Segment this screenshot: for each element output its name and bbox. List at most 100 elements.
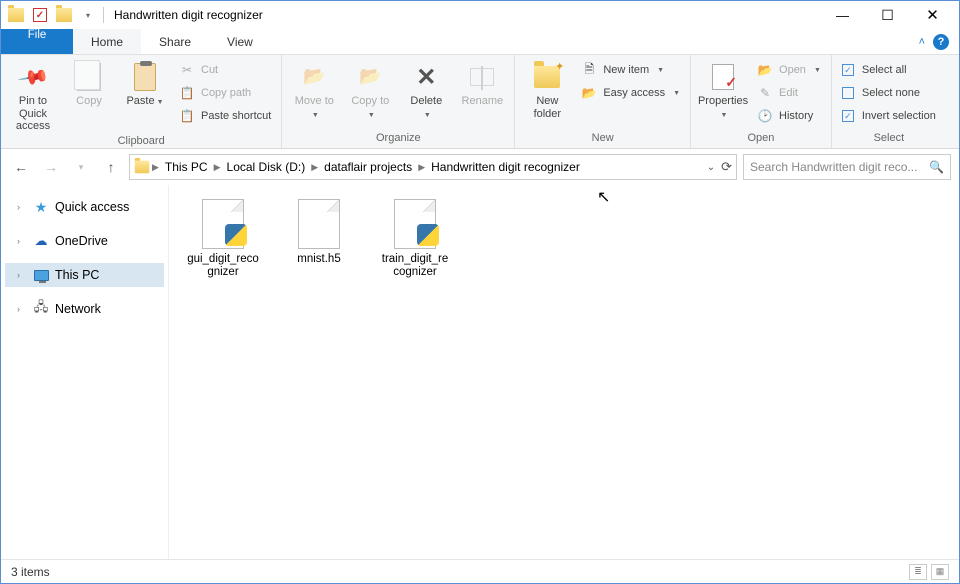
qat-customize-dropdown[interactable]: ▾ [77,4,99,26]
ribbon-group-new: New folder 🗎New item▼ 📂Easy access▼ New [515,55,691,148]
paste-button[interactable]: Paste▼ [119,59,171,108]
ribbon-collapse-button[interactable]: ˄ [919,36,925,48]
quick-access-icon: ★ [33,199,49,215]
move-to-icon [301,64,327,90]
cut-icon: ✂ [179,62,195,78]
properties-icon [712,64,734,90]
address-dropdown-icon[interactable]: ⌄ [707,162,715,173]
details-view-button[interactable]: ≣ [909,564,927,580]
crumb-folder1[interactable]: dataflair projects [320,160,416,174]
status-bar: 3 items ≣ ▦ [1,559,959,583]
minimize-button[interactable]: — [820,1,865,29]
back-button[interactable]: ← [9,155,33,179]
ribbon: 📌 Pin to Quick access Copy Paste▼ ✂Cut 📋… [1,55,959,149]
qat-separator [103,7,104,23]
ribbon-tabs: File Home Share View ˄ ? [1,29,959,55]
qat-new-folder-icon[interactable] [53,4,75,26]
rename-icon [470,68,494,86]
file-icon [298,199,340,249]
qat-properties-icon[interactable]: ✓ [29,4,51,26]
open-icon: 📂 [757,62,773,78]
history-button[interactable]: 🕑History [753,105,825,127]
forward-button[interactable]: → [39,155,63,179]
select-none-button[interactable]: Select none [838,82,940,104]
recent-locations-dropdown[interactable]: ▾ [69,155,93,179]
edit-icon: ✎ [757,85,773,101]
open-group-label: Open [697,130,825,148]
tab-home[interactable]: Home [73,29,141,54]
address-folder-icon [135,161,149,174]
copy-button[interactable]: Copy [63,59,115,108]
crumb-sep-icon[interactable]: ▶ [311,162,318,173]
content-body: › ★ Quick access › ☁ OneDrive › This PC … [1,185,959,559]
icons-view-button[interactable]: ▦ [931,564,949,580]
pin-to-quick-access-button[interactable]: 📌 Pin to Quick access [7,59,59,133]
crumb-sep-icon[interactable]: ▶ [418,162,425,173]
status-item-count: 3 items [11,565,50,579]
crumb-sep-icon[interactable]: ▶ [214,162,221,173]
ribbon-group-clipboard: 📌 Pin to Quick access Copy Paste▼ ✂Cut 📋… [1,55,282,148]
close-button[interactable]: ✕ [910,1,955,29]
tab-share[interactable]: Share [141,29,209,54]
rename-button[interactable]: Rename [456,59,508,108]
tree-onedrive[interactable]: › ☁ OneDrive [5,229,164,253]
expand-icon[interactable]: › [17,270,27,280]
crumb-sep-icon[interactable]: ▶ [152,162,159,173]
expand-icon[interactable]: › [17,202,27,212]
tab-file[interactable]: File [1,29,73,54]
expand-icon[interactable]: › [17,304,27,314]
network-icon: 🖧 [33,301,49,317]
invert-selection-button[interactable]: ✓Invert selection [838,105,940,127]
new-group-label: New [521,130,684,148]
paste-shortcut-icon: 📋 [179,108,195,124]
navigation-tree: › ★ Quick access › ☁ OneDrive › This PC … [1,185,169,559]
select-none-icon [842,87,854,99]
open-button[interactable]: 📂Open▼ [753,59,825,81]
tree-this-pc[interactable]: › This PC [5,263,164,287]
address-bar[interactable]: ▶ This PC ▶ Local Disk (D:) ▶ dataflair … [129,154,737,180]
new-item-button[interactable]: 🗎New item▼ [577,59,684,81]
cut-button[interactable]: ✂Cut [175,59,275,81]
copy-to-button[interactable]: Copy to ▼ [344,59,396,120]
maximize-button[interactable]: ☐ [865,1,910,29]
tree-quick-access[interactable]: › ★ Quick access [5,195,164,219]
crumb-this-pc[interactable]: This PC [161,160,212,174]
up-button[interactable]: ↑ [99,155,123,179]
search-input[interactable]: Search Handwritten digit reco... 🔍 [743,154,951,180]
edit-button[interactable]: ✎Edit [753,82,825,104]
help-button[interactable]: ? [933,34,949,50]
select-all-button[interactable]: ✓Select all [838,59,940,81]
easy-access-icon: 📂 [581,85,597,101]
copy-path-icon: 📋 [179,85,195,101]
copy-icon [77,63,101,91]
properties-button[interactable]: Properties▼ [697,59,749,120]
expand-icon[interactable]: › [17,236,27,246]
search-icon: 🔍 [929,160,944,174]
copy-path-button[interactable]: 📋Copy path [175,82,275,104]
refresh-button[interactable]: ⟳ [721,159,732,175]
qat-folder-icon[interactable] [5,4,27,26]
search-placeholder: Search Handwritten digit reco... [750,160,917,174]
file-item[interactable]: mnist.h5 [283,199,355,266]
ribbon-group-select: ✓Select all Select none ✓Invert selectio… [832,55,946,148]
crumb-folder2[interactable]: Handwritten digit recognizer [427,160,584,174]
move-to-button[interactable]: Move to ▼ [288,59,340,120]
select-group-label: Select [838,130,940,148]
paste-shortcut-button[interactable]: 📋Paste shortcut [175,105,275,127]
file-item[interactable]: gui_digit_recognizer [187,199,259,279]
ribbon-group-open: Properties▼ 📂Open▼ ✎Edit 🕑History Open [691,55,832,148]
file-item[interactable]: train_digit_recognizer [379,199,451,279]
delete-button[interactable]: ✕ Delete▼ [400,59,452,120]
this-pc-icon [33,267,49,283]
files-pane[interactable]: gui_digit_recognizer mnist.h5 train_digi… [169,185,959,559]
tab-view[interactable]: View [209,29,271,54]
crumb-drive[interactable]: Local Disk (D:) [223,160,310,174]
delete-icon: ✕ [416,63,436,92]
easy-access-button[interactable]: 📂Easy access▼ [577,82,684,104]
new-folder-button[interactable]: New folder [521,59,573,120]
organize-group-label: Organize [288,130,508,148]
history-icon: 🕑 [757,108,773,124]
new-item-icon: 🗎 [581,62,597,78]
tree-network[interactable]: › 🖧 Network [5,297,164,321]
title-bar: ✓ ▾ Handwritten digit recognizer — ☐ ✕ [1,1,959,29]
